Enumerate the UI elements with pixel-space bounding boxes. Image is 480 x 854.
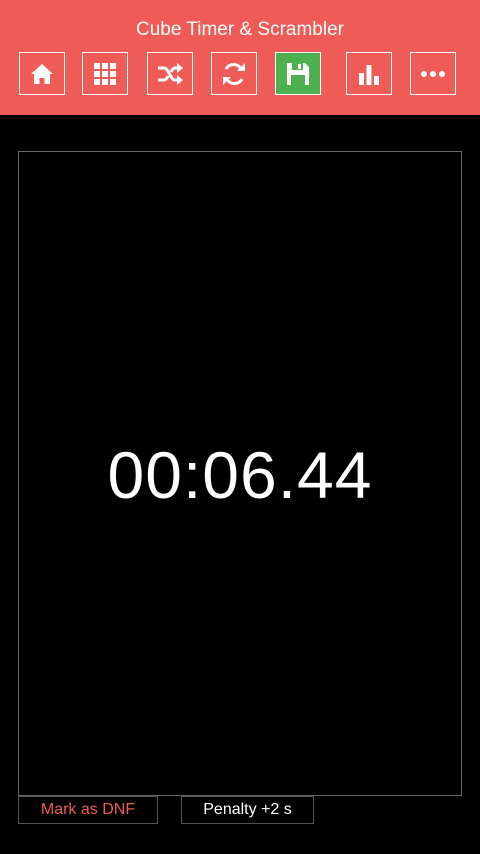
penalty-button[interactable]: Penalty +2 s (181, 796, 314, 824)
app-title: Cube Timer & Scrambler (135, 19, 344, 40)
bar-chart-icon (356, 62, 382, 86)
shuffle-icon (156, 62, 184, 86)
stats-button[interactable] (346, 52, 392, 95)
refresh-icon (221, 61, 247, 87)
refresh-button[interactable] (211, 52, 257, 95)
more-button[interactable] (410, 52, 456, 95)
home-icon (29, 62, 55, 86)
app-header: Cube Timer & Scrambler (0, 0, 480, 115)
timer-display: 00:06.44 (107, 438, 373, 512)
home-button[interactable] (19, 52, 65, 95)
grid-icon (93, 62, 117, 86)
more-icon (420, 70, 446, 78)
scramble-button[interactable] (147, 52, 193, 95)
mark-dnf-button[interactable]: Mark as DNF (18, 796, 158, 824)
save-icon (285, 61, 311, 87)
save-button[interactable] (275, 52, 321, 95)
grid-button[interactable] (82, 52, 128, 95)
